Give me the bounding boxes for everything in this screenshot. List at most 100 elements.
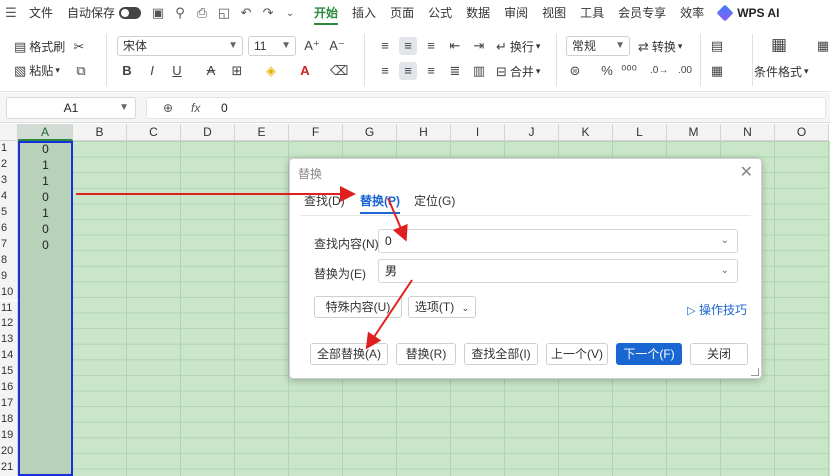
chevron-down-icon[interactable]: ⌄ (721, 230, 729, 252)
row-header[interactable]: 4 (0, 188, 18, 205)
previous-button[interactable]: 上一个(V) (546, 343, 608, 365)
name-box[interactable]: A1 ▼ (6, 97, 136, 119)
align-bottom-icon[interactable]: ≡ (422, 37, 440, 55)
table-style-icon[interactable]: ▦ (814, 37, 830, 55)
share-icon[interactable]: ⚲ (169, 0, 191, 26)
decimal-increase-icon[interactable]: .0→ (650, 62, 668, 80)
tab-page[interactable]: 页面 (383, 0, 421, 26)
conditional-format-button[interactable]: 条件格式 ▾ (754, 63, 809, 80)
tab-review[interactable]: 审阅 (497, 0, 535, 26)
cell-a5[interactable]: 1 (18, 206, 73, 221)
column-header-c[interactable]: C (127, 124, 181, 141)
indent-decrease-icon[interactable]: ⇤ (446, 37, 464, 55)
strikethrough-icon[interactable]: A (202, 62, 220, 80)
tab-find[interactable]: 查找(D) (304, 192, 345, 209)
row-header[interactable]: 20 (0, 444, 18, 460)
thousands-icon[interactable]: ⁰⁰⁰ (620, 62, 638, 80)
convert-button[interactable]: ⇄ 转换 ▾ (638, 38, 682, 55)
wps-ai-button[interactable]: WPS AI (711, 4, 779, 22)
align-center-icon[interactable]: ≡ (399, 62, 417, 80)
replace-input[interactable]: 男 ⌄ (378, 259, 738, 283)
column-header-f[interactable]: F (289, 124, 343, 141)
justify-icon[interactable]: ≣ (446, 62, 464, 80)
row-header[interactable]: 9 (0, 268, 18, 285)
row-header[interactable]: 2 (0, 156, 18, 173)
row-header[interactable]: 10 (0, 284, 18, 301)
row-header[interactable]: 5 (0, 204, 18, 221)
next-button[interactable]: 下一个(F) (616, 343, 682, 365)
wrap-button[interactable]: ↵ 换行 ▾ (496, 38, 540, 55)
column-header-h[interactable]: H (397, 124, 451, 141)
column-header-e[interactable]: E (235, 124, 289, 141)
eraser-icon[interactable]: ⌫ (330, 62, 348, 80)
row-header[interactable]: 12 (0, 316, 18, 333)
formula-input[interactable]: ⊕ fx 0 (146, 97, 826, 119)
conditional-format-icon[interactable]: ▦ (770, 36, 788, 54)
font-name-select[interactable]: 宋体 ▼ (117, 36, 243, 56)
align-right-icon[interactable]: ≡ (422, 62, 440, 80)
special-content-button[interactable]: 特殊内容(U) (314, 296, 402, 318)
font-color-icon[interactable]: A (296, 62, 314, 80)
cut-icon[interactable]: ✂ (70, 38, 88, 56)
find-all-button[interactable]: 查找全部(I) (464, 343, 538, 365)
fx-icon[interactable]: fx (191, 98, 200, 118)
italic-icon[interactable]: I (143, 62, 161, 80)
autosave-toggle[interactable] (119, 7, 142, 19)
chevron-down-icon[interactable]: ⌄ (721, 260, 729, 282)
column-header-g[interactable]: G (343, 124, 397, 141)
bold-icon[interactable]: B (118, 62, 136, 80)
cell-a1[interactable]: 0 (18, 142, 73, 157)
column-header-i[interactable]: I (451, 124, 505, 141)
tab-insert[interactable]: 插入 (345, 0, 383, 26)
row-header[interactable]: 8 (0, 252, 18, 269)
row-header[interactable]: 18 (0, 412, 18, 429)
resize-handle[interactable] (751, 368, 759, 376)
print-icon[interactable]: ⎙ (191, 0, 213, 26)
column-header-o[interactable]: O (775, 124, 829, 141)
tab-efficiency[interactable]: 效率 (673, 0, 711, 26)
tab-data[interactable]: 数据 (459, 0, 497, 26)
redo-icon[interactable]: ↷ (257, 0, 279, 26)
zoom-search-icon[interactable]: ⊕ (163, 98, 173, 118)
format-painter-button[interactable]: ▤ 格式刷 (14, 38, 65, 55)
distribute-icon[interactable]: ▥ (470, 62, 488, 80)
percent-icon[interactable]: % (598, 62, 616, 80)
tab-goto[interactable]: 定位(G) (414, 192, 455, 209)
row-header[interactable]: 16 (0, 380, 18, 397)
select-all-corner[interactable] (0, 124, 18, 141)
row-header[interactable]: 21 (0, 460, 18, 476)
row-header[interactable]: 17 (0, 396, 18, 413)
menu-file[interactable]: 文件 (22, 0, 60, 26)
column-header-k[interactable]: K (559, 124, 613, 141)
worksheet-icon[interactable]: ▦ (708, 62, 726, 80)
undo-icon[interactable]: ↶ (235, 0, 257, 26)
tab-replace[interactable]: 替换(P) (360, 192, 400, 214)
border-icon[interactable]: ⊞ (228, 62, 246, 80)
cell-a2[interactable]: 1 (18, 158, 73, 173)
copy-icon[interactable]: ⧉ (72, 62, 90, 80)
row-header[interactable]: 13 (0, 332, 18, 349)
close-icon[interactable]: ✕ (740, 162, 753, 182)
row-header[interactable]: 1 (0, 141, 18, 157)
align-middle-icon[interactable]: ≡ (399, 37, 417, 55)
row-header[interactable]: 14 (0, 348, 18, 365)
more-chevron-icon[interactable]: ⌄ (279, 0, 301, 26)
column-header-l[interactable]: L (613, 124, 667, 141)
row-header[interactable]: 7 (0, 236, 18, 253)
column-header-n[interactable]: N (721, 124, 775, 141)
underline-icon[interactable]: U (168, 62, 186, 80)
row-header[interactable]: 19 (0, 428, 18, 445)
tips-link[interactable]: ▷ 操作技巧 (687, 301, 747, 318)
preview-icon[interactable]: ◱ (213, 0, 235, 26)
options-button[interactable]: 选项(T) ⌄ (408, 296, 476, 318)
save-icon[interactable]: ▣ (147, 0, 169, 26)
cell-a3[interactable]: 1 (18, 174, 73, 189)
find-input[interactable]: 0 ⌄ (378, 229, 738, 253)
tab-tools[interactable]: 工具 (573, 0, 611, 26)
column-header-j[interactable]: J (505, 124, 559, 141)
column-header-d[interactable]: D (181, 124, 235, 141)
tab-formula[interactable]: 公式 (421, 0, 459, 26)
font-shrink-icon[interactable]: A⁻ (328, 37, 346, 55)
row-header[interactable]: 3 (0, 172, 18, 189)
cell-a7[interactable]: 0 (18, 238, 73, 253)
